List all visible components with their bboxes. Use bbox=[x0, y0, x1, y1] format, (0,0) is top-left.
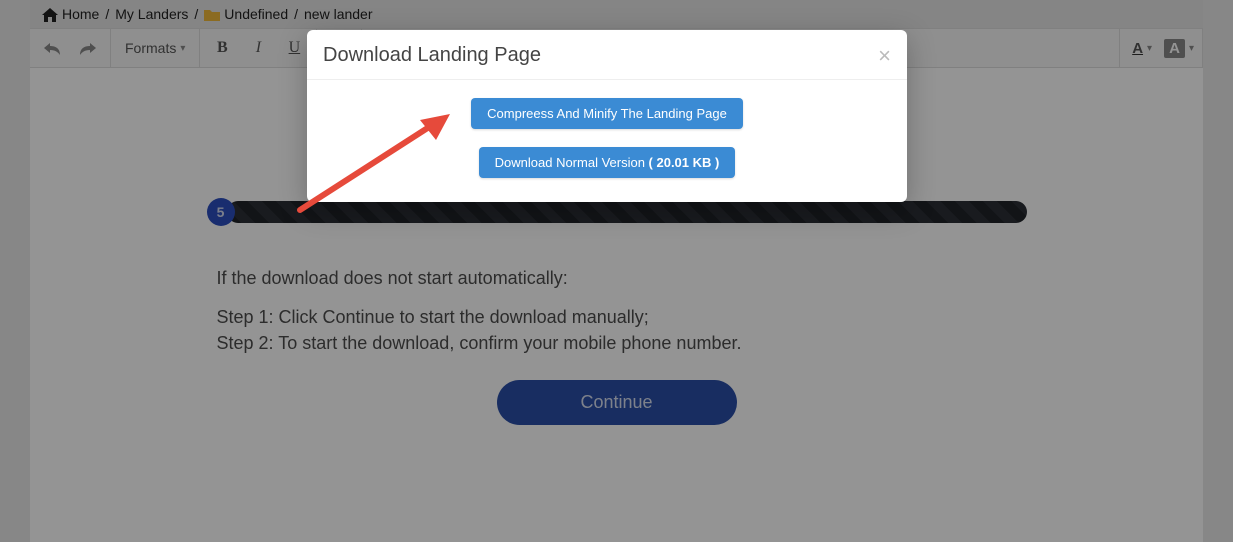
download-modal: Download Landing Page × Compreess And Mi… bbox=[307, 30, 907, 202]
modal-header: Download Landing Page × bbox=[307, 30, 907, 80]
compress-minify-button[interactable]: Compreess And Minify The Landing Page bbox=[471, 98, 743, 129]
download-normal-label: Download Normal Version bbox=[495, 155, 649, 170]
modal-body: Compreess And Minify The Landing Page Do… bbox=[307, 80, 907, 202]
close-icon[interactable]: × bbox=[878, 45, 891, 67]
download-normal-size: ( 20.01 KB ) bbox=[649, 155, 720, 170]
modal-title: Download Landing Page bbox=[323, 44, 541, 67]
download-normal-button[interactable]: Download Normal Version ( 20.01 KB ) bbox=[479, 147, 736, 178]
